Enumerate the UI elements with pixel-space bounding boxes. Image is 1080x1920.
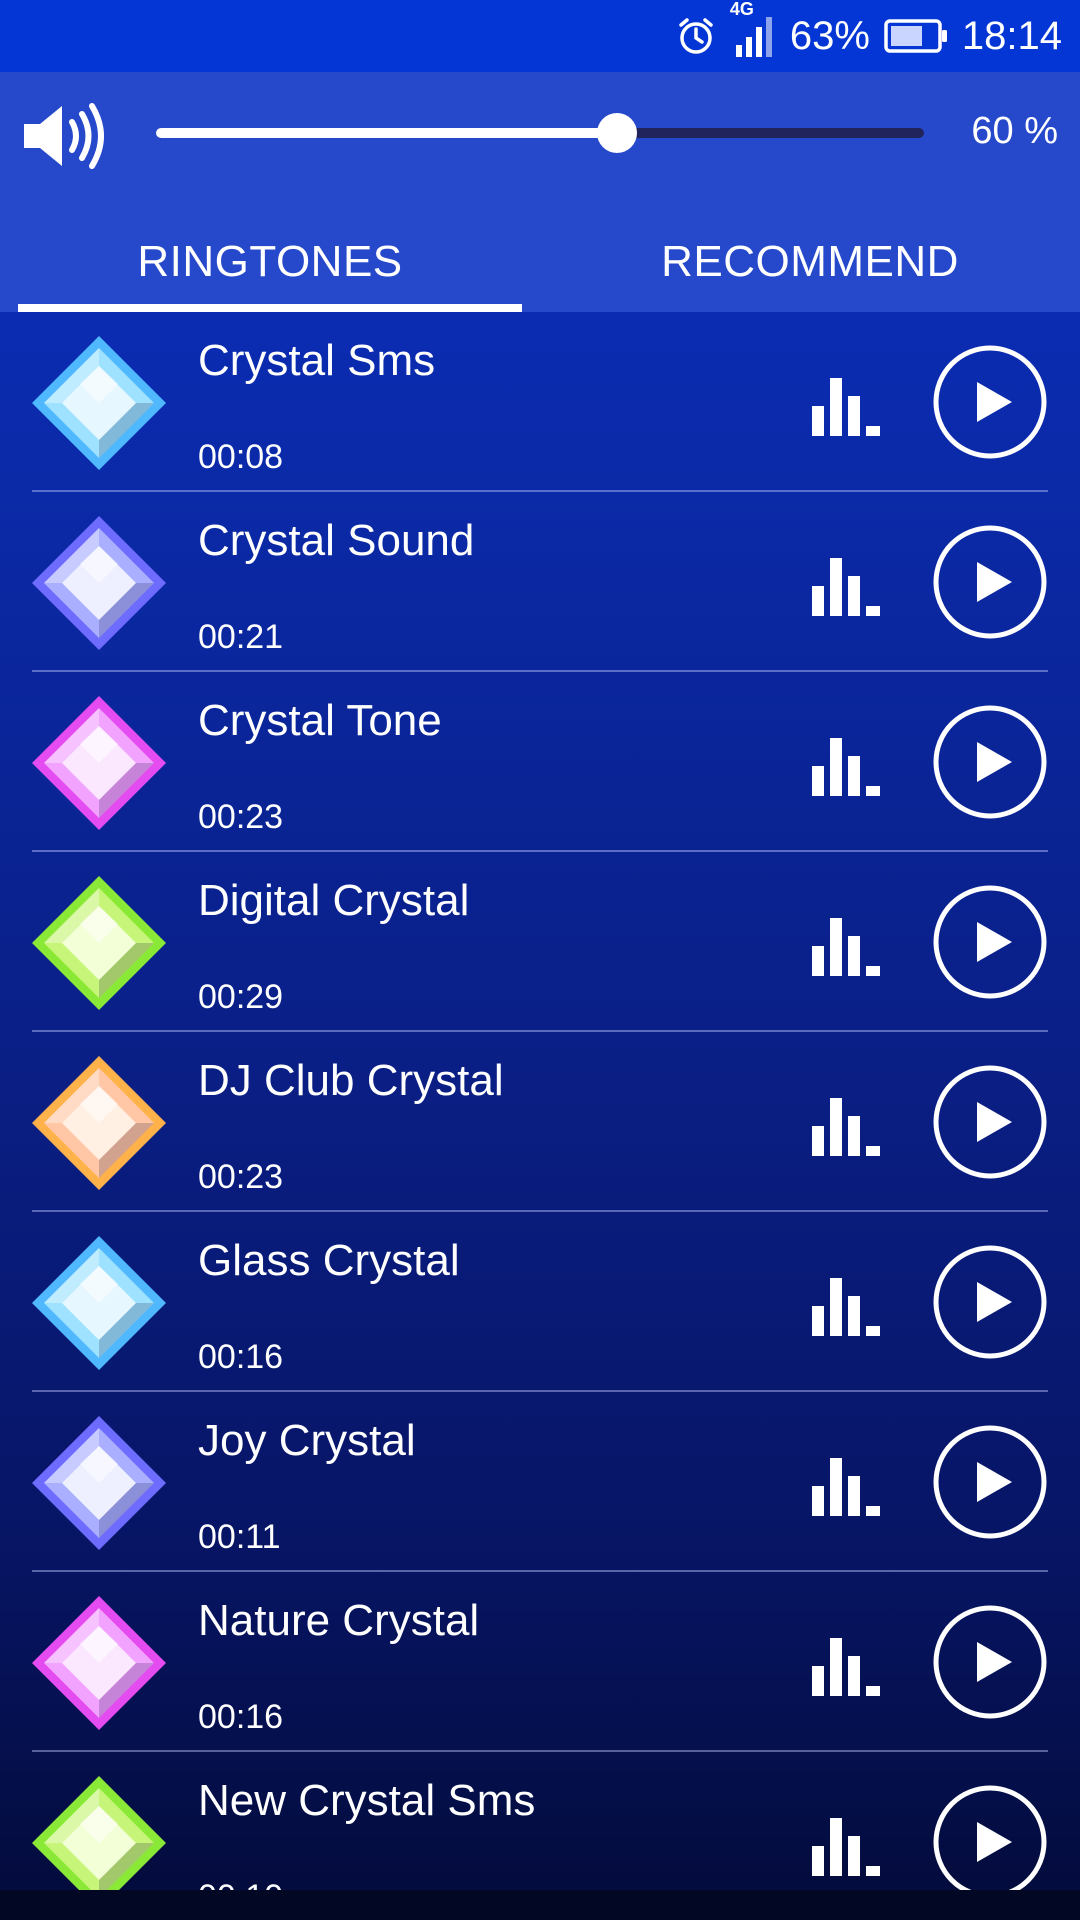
ringtone-row[interactable]: Glass Crystal 00:16: [0, 1212, 1080, 1392]
battery-percent: 63%: [789, 13, 870, 58]
equalizer-icon[interactable]: [810, 1274, 884, 1338]
ringtone-title: Crystal Tone: [198, 696, 442, 745]
crystal-gem-icon: [32, 336, 166, 470]
ringtone-duration: 00:10: [198, 1878, 283, 1890]
equalizer-icon[interactable]: [810, 1454, 884, 1518]
volume-slider-fill: [156, 128, 617, 138]
crystal-gem-icon: [32, 516, 166, 650]
ringtone-row[interactable]: New Crystal Sms 00:10: [0, 1752, 1080, 1890]
crystal-gem-icon: [32, 1596, 166, 1730]
play-button[interactable]: [932, 344, 1048, 460]
ringtone-title: Digital Crystal: [198, 876, 470, 925]
ringtone-row[interactable]: Digital Crystal 00:29: [0, 852, 1080, 1032]
tab-bar: RINGTONES RECOMMEND: [0, 212, 1080, 312]
equalizer-icon[interactable]: [810, 734, 884, 798]
header: 60 % RINGTONES RECOMMEND: [0, 72, 1080, 312]
equalizer-icon[interactable]: [810, 374, 884, 438]
equalizer-icon[interactable]: [810, 1094, 884, 1158]
ringtone-duration: 00:11: [198, 1518, 281, 1556]
play-button[interactable]: [932, 884, 1048, 1000]
crystal-gem-icon: [32, 876, 166, 1010]
ringtone-row[interactable]: Crystal Sound 00:21: [0, 492, 1080, 672]
network-type: 4G: [729, 0, 754, 19]
ringtone-duration: 00:16: [198, 1338, 284, 1376]
play-button[interactable]: [932, 524, 1048, 640]
equalizer-icon[interactable]: [810, 914, 884, 978]
ringtone-title: DJ Club Crystal: [198, 1056, 504, 1105]
crystal-gem-icon: [32, 696, 166, 830]
ringtone-duration: 00:23: [198, 798, 284, 836]
ringtone-title: New Crystal Sms: [198, 1776, 536, 1825]
clock: 18:14: [961, 13, 1062, 58]
ringtone-row[interactable]: DJ Club Crystal 00:23: [0, 1032, 1080, 1212]
signal-icon: 4G: [730, 0, 776, 59]
volume-slider[interactable]: [156, 113, 924, 153]
volume-slider-thumb[interactable]: [596, 113, 637, 153]
volume-control: 60 %: [0, 72, 1080, 192]
ringtone-title: Crystal Sms: [198, 336, 436, 385]
crystal-gem-icon: [32, 1056, 166, 1190]
ringtone-duration: 00:16: [198, 1698, 284, 1736]
equalizer-icon[interactable]: [810, 554, 884, 618]
ringtone-row[interactable]: Nature Crystal 00:16: [0, 1572, 1080, 1752]
play-button[interactable]: [932, 1784, 1048, 1890]
equalizer-icon[interactable]: [810, 1814, 884, 1878]
ringtone-title: Glass Crystal: [198, 1236, 460, 1285]
ringtone-title: Crystal Sound: [198, 516, 475, 565]
battery-icon: [884, 19, 948, 53]
play-button[interactable]: [932, 1424, 1048, 1540]
play-button[interactable]: [932, 704, 1048, 820]
tab-indicator: [18, 304, 522, 312]
ringtone-title: Joy Crystal: [198, 1416, 416, 1465]
alarm-icon: [676, 16, 716, 56]
ringtone-title: Nature Crystal: [198, 1596, 480, 1645]
ringtone-duration: 00:21: [198, 618, 284, 656]
navigation-bar: [0, 1890, 1080, 1920]
crystal-gem-icon: [32, 1236, 166, 1370]
ringtone-row[interactable]: Crystal Tone 00:23: [0, 672, 1080, 852]
tab-ringtones[interactable]: RINGTONES: [0, 212, 540, 312]
ringtone-duration: 00:23: [198, 1158, 284, 1196]
equalizer-icon[interactable]: [810, 1634, 884, 1698]
crystal-gem-icon: [32, 1416, 166, 1550]
play-button[interactable]: [932, 1604, 1048, 1720]
status-bar: 4G 63% 18:14: [0, 0, 1080, 72]
ringtone-duration: 00:08: [198, 438, 284, 476]
tab-recommend[interactable]: RECOMMEND: [540, 212, 1080, 312]
volume-label: 60 %: [971, 110, 1058, 152]
crystal-gem-icon: [32, 1776, 166, 1890]
play-button[interactable]: [932, 1244, 1048, 1360]
ringtone-row[interactable]: Joy Crystal 00:11: [0, 1392, 1080, 1572]
ringtone-duration: 00:29: [198, 978, 284, 1016]
ringtone-row[interactable]: Crystal Sms 00:08: [0, 312, 1080, 492]
play-button[interactable]: [932, 1064, 1048, 1180]
ringtone-list[interactable]: Crystal Sms 00:08 Crystal Sound 00:21 Cr…: [0, 312, 1080, 1890]
speaker-icon[interactable]: [20, 100, 108, 172]
